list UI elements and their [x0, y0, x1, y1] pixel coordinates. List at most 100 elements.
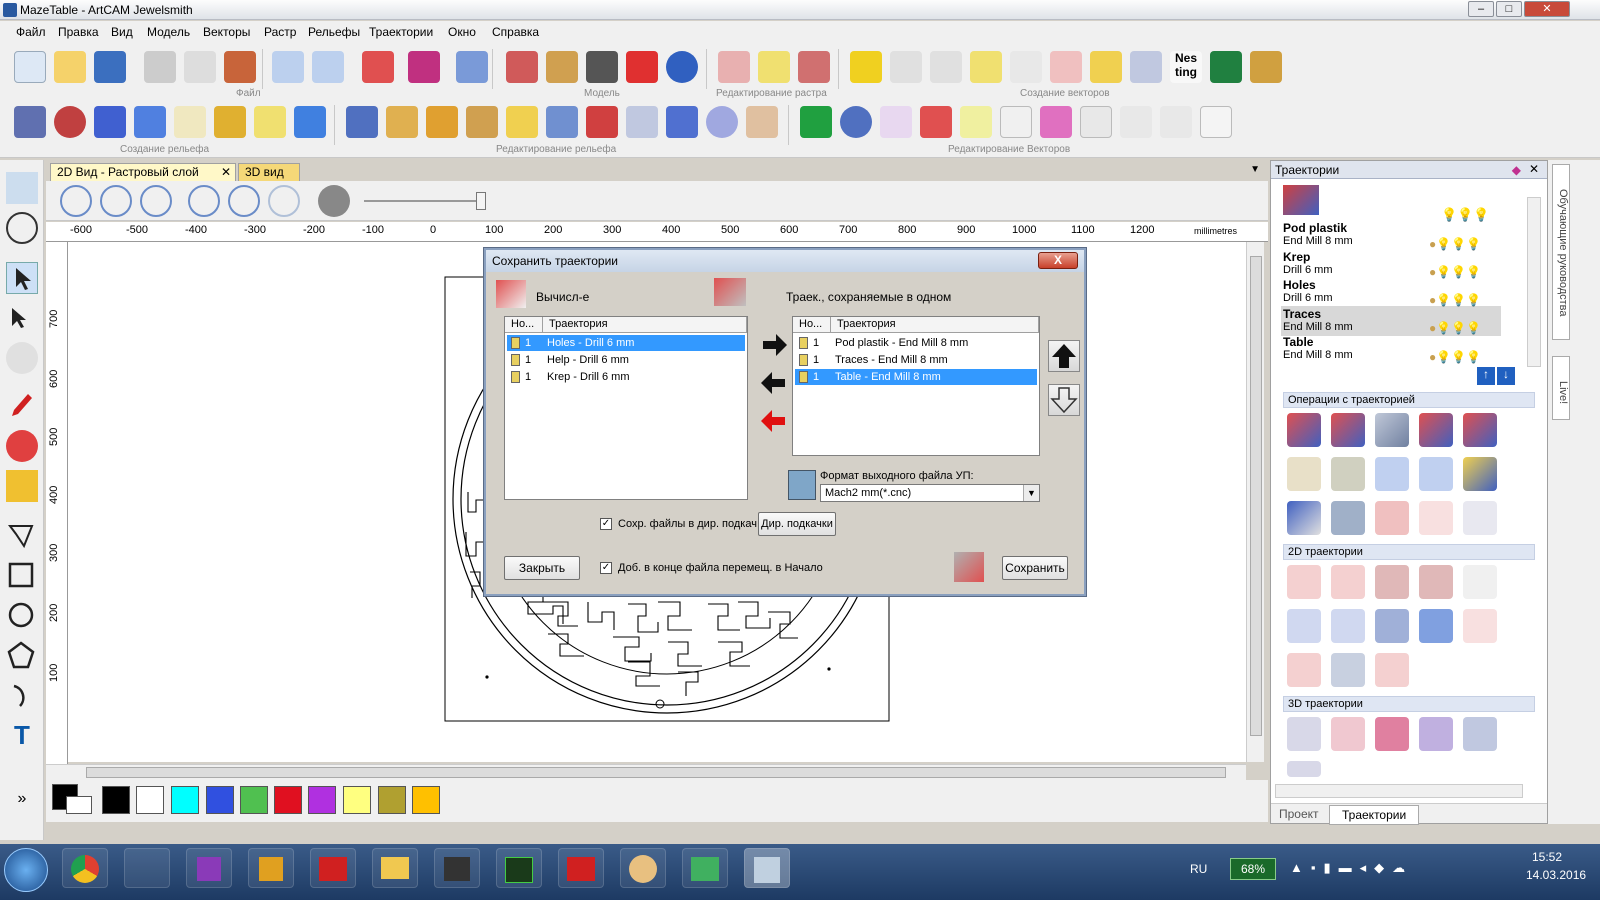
operation-icon[interactable] [1419, 501, 1453, 535]
operation-icon[interactable] [1375, 501, 1409, 535]
text-tool-icon[interactable]: T [6, 720, 38, 752]
column-header-no[interactable]: Но... [505, 317, 543, 333]
select-arrow-icon[interactable] [6, 262, 38, 294]
list-item[interactable]: 1 Holes - Drill 6 mm [507, 335, 745, 351]
move-up-icon[interactable]: ↑ [1477, 367, 1495, 385]
tab-3d-view[interactable]: 3D вид [238, 163, 300, 181]
visual-studio-taskbar-icon[interactable] [186, 848, 232, 888]
view-settings-icon[interactable] [318, 185, 350, 217]
operation-icon[interactable] [1463, 413, 1497, 447]
tab-project[interactable]: Проект [1279, 807, 1319, 821]
toolpath-item[interactable]: Traces End Mill 8 mm [1283, 307, 1353, 333]
dialog-close-action-button[interactable]: Закрыть [504, 556, 580, 580]
section-header-toolpath-operations[interactable]: Операции с траекторией [1283, 392, 1535, 408]
relief-sweep-icon[interactable] [134, 106, 166, 138]
operation-icon[interactable] [1331, 501, 1365, 535]
2d-toolpath-icon[interactable] [1287, 609, 1321, 643]
panel-pin-icon[interactable]: ◆ [1512, 163, 1521, 177]
palette-swatch-olive[interactable] [378, 786, 406, 814]
toolpath-status-icons[interactable]: ●💡💡💡 [1429, 237, 1481, 251]
toolpath-status-icons[interactable]: ●💡💡💡 [1429, 321, 1481, 335]
3d-toolpath-icon[interactable] [1287, 761, 1321, 777]
model-icon-1[interactable] [506, 51, 538, 83]
operation-icon[interactable] [1375, 413, 1409, 447]
circle-icon[interactable] [6, 600, 38, 632]
2d-toolpath-icon[interactable] [1375, 653, 1409, 687]
selected-toolpaths-list[interactable]: Но... Траектория 1 Pod plastik - End Mill… [792, 316, 1040, 456]
list-item[interactable]: 1 Traces - End Mill 8 mm [795, 352, 1037, 368]
tray-icons[interactable]: ▲▪▮▬◂◆☁ [1290, 860, 1413, 876]
relief-edit-icon-9[interactable] [666, 106, 698, 138]
3d-toolpath-icon[interactable] [1463, 717, 1497, 751]
palette-swatch-cyan[interactable] [171, 786, 199, 814]
relief-edit-icon-2[interactable] [386, 106, 418, 138]
column-header-toolpath[interactable]: Траектория [543, 317, 747, 333]
raster-icon-2[interactable] [758, 51, 790, 83]
save-button[interactable]: Сохранить [1002, 556, 1068, 580]
section-header-2d-toolpaths[interactable]: 2D траектории [1283, 544, 1535, 560]
2d-toolpath-icon[interactable] [1331, 565, 1365, 599]
transform-icon[interactable] [6, 342, 38, 374]
vector-offset-icon[interactable] [1050, 51, 1082, 83]
book-icon[interactable] [408, 51, 440, 83]
operation-icon[interactable] [1331, 413, 1365, 447]
secondary-color-swatch[interactable] [66, 796, 92, 814]
model-setup-icon[interactable] [456, 51, 488, 83]
arc-icon[interactable] [6, 680, 38, 712]
model-icon-2[interactable] [546, 51, 578, 83]
remove-arrow-button[interactable] [758, 368, 790, 400]
rectangle-icon[interactable] [6, 560, 38, 592]
toolpath-item[interactable]: Krep Drill 6 mm [1283, 250, 1333, 276]
relief-edit-icon-7[interactable] [586, 106, 618, 138]
2d-toolpath-icon[interactable] [1419, 609, 1453, 643]
properties-icon[interactable] [362, 51, 394, 83]
chevron-down-icon[interactable]: ▼ [1023, 485, 1039, 501]
move-down-icon[interactable]: ↓ [1497, 367, 1515, 385]
vertical-scroll-thumb[interactable] [1250, 256, 1262, 736]
list-item[interactable]: 1 Table - End Mill 8 mm [795, 369, 1037, 385]
panel-horizontal-scrollbar[interactable] [1275, 784, 1523, 798]
zoom-all-icon[interactable] [268, 185, 300, 217]
relief-edit-icon-6[interactable] [546, 106, 578, 138]
vector-edit-icon-6[interactable] [1040, 106, 1072, 138]
operation-icon[interactable] [1419, 457, 1453, 491]
list-item[interactable]: 1 Krep - Drill 6 mm [507, 369, 745, 385]
fill-icon[interactable] [6, 470, 38, 502]
relief-edit-icon-8[interactable] [626, 106, 658, 138]
relief-layers-icon[interactable] [14, 106, 46, 138]
globe-view-icon[interactable] [6, 212, 38, 244]
2d-toolpath-icon[interactable] [1331, 609, 1365, 643]
3d-toolpath-icon[interactable] [1287, 717, 1321, 751]
list-item[interactable]: 1 Help - Drill 6 mm [507, 352, 745, 368]
move-down-button[interactable] [1048, 384, 1080, 416]
save-to-spool-dir-checkbox[interactable]: ✓ [600, 518, 612, 530]
menu-toolpaths[interactable]: Траектории [369, 25, 433, 39]
spool-directory-button[interactable]: Дир. подкачки [758, 512, 836, 536]
operation-icon[interactable] [1287, 457, 1321, 491]
move-up-button[interactable] [1048, 340, 1080, 372]
toolpath-status-icons[interactable]: ●💡💡💡 [1429, 265, 1481, 279]
vector-layers-icon[interactable] [1130, 51, 1162, 83]
maximize-button[interactable]: □ [1496, 1, 1522, 17]
canvas-vertical-scrollbar[interactable] [1246, 242, 1264, 762]
2d-toolpath-icon[interactable] [1375, 565, 1409, 599]
vector-edit-icon-2[interactable] [880, 106, 912, 138]
globe-icon[interactable] [666, 51, 698, 83]
2d-toolpath-icon[interactable] [1375, 609, 1409, 643]
vector-edit-icon-3[interactable] [920, 106, 952, 138]
relief-extrude-icon[interactable] [294, 106, 326, 138]
zoom-in-icon[interactable] [60, 185, 92, 217]
minimize-button[interactable]: – [1468, 1, 1494, 17]
2d-toolpath-icon[interactable] [1331, 653, 1365, 687]
relief-edit-icon-5[interactable] [506, 106, 538, 138]
new-file-icon[interactable] [14, 51, 46, 83]
2d-toolpath-icon[interactable] [1463, 565, 1497, 599]
menu-window[interactable]: Окно [448, 25, 476, 39]
tabs-dropdown-icon[interactable]: ▼ [1250, 164, 1260, 175]
palette-swatch-red[interactable] [274, 786, 302, 814]
column-header-no[interactable]: Но... [793, 317, 831, 333]
tab-close-icon[interactable]: ✕ [221, 164, 231, 181]
panel-close-icon[interactable]: ✕ [1529, 162, 1539, 176]
vector-edit-icon-1[interactable] [840, 106, 872, 138]
side-tab-live[interactable]: Live! [1552, 356, 1570, 420]
